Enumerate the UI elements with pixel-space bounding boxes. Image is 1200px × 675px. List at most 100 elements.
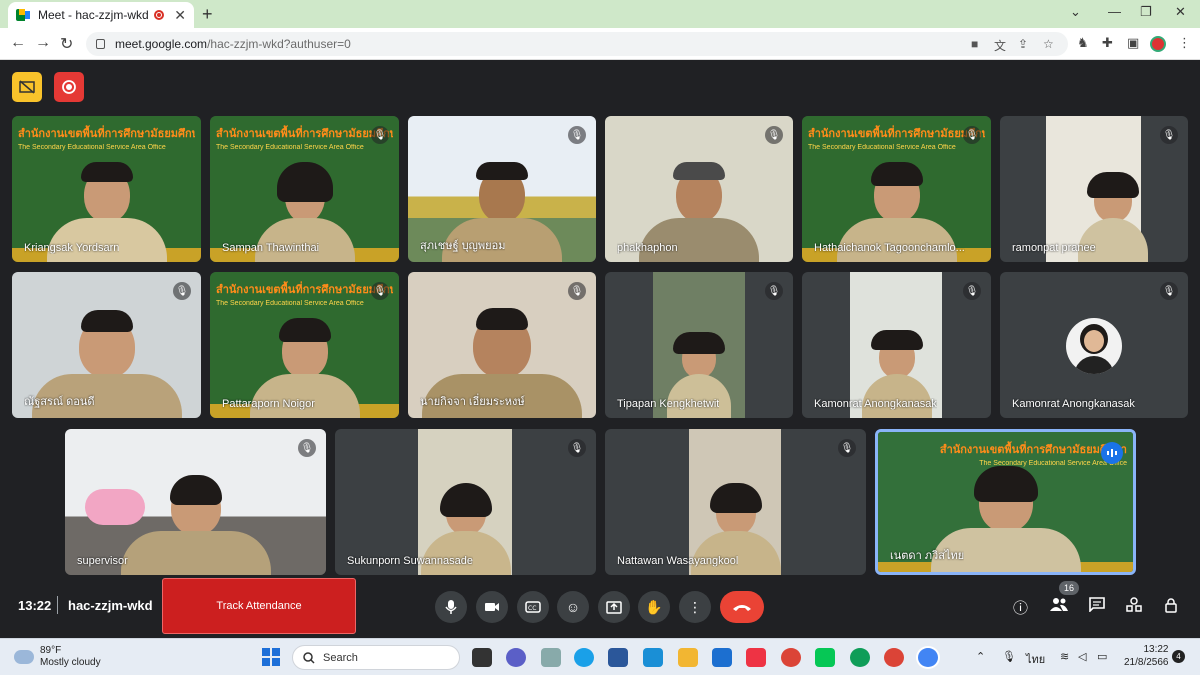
- line-icon[interactable]: [815, 648, 835, 667]
- taskbar-search[interactable]: Search: [292, 645, 460, 670]
- camera-icon[interactable]: [476, 591, 508, 623]
- recording-indicator-icon[interactable]: [54, 72, 84, 102]
- reload-icon[interactable]: ↻: [60, 34, 73, 54]
- emoji-icon[interactable]: ☺: [557, 591, 589, 623]
- chrome-icon[interactable]: [850, 648, 870, 667]
- taskbar-clock[interactable]: 13:22 21/8/2566: [1124, 643, 1169, 669]
- app-icon[interactable]: [541, 648, 561, 667]
- mic-off-icon: 🎙: [371, 126, 389, 144]
- participant-name: Sukunporn Suwannasade: [347, 555, 473, 567]
- task-view-icon[interactable]: [472, 648, 492, 667]
- side-panel-icon[interactable]: ▣: [1127, 35, 1139, 51]
- participant-avatar: [1066, 318, 1122, 374]
- people-icon[interactable]: [1050, 597, 1068, 615]
- puzzle-icon[interactable]: ✚: [1102, 35, 1113, 51]
- tab-search-icon[interactable]: ⌄: [1070, 4, 1081, 20]
- participant-name: Kamonrat Anongkanasak: [1012, 398, 1135, 410]
- participant-tile[interactable]: 🎙 ramonpat pranee: [1000, 116, 1188, 262]
- close-window-icon[interactable]: ✕: [1175, 4, 1186, 20]
- extension-icon[interactable]: ♞: [1077, 35, 1089, 51]
- browser-tab-meet[interactable]: Meet - hac-zzjm-wkd ✕: [8, 2, 194, 28]
- back-icon[interactable]: ←: [10, 34, 26, 52]
- close-tab-icon[interactable]: ✕: [174, 7, 186, 24]
- microphone-icon[interactable]: [435, 591, 467, 623]
- wifi-icon[interactable]: ≋: [1060, 650, 1069, 663]
- participant-name: Tipapan Kengkhetwit: [617, 398, 720, 410]
- weather-widget[interactable]: 89°F Mostly cloudy: [14, 645, 101, 669]
- participant-tile[interactable]: 🎙 Tipapan Kengkhetwit: [605, 272, 793, 418]
- participant-tile[interactable]: 🎙 phakhaphon: [605, 116, 793, 262]
- participant-tile[interactable]: สำนักงานเขตพื้นที่การศึกษามัธยมศึกษา The …: [210, 272, 399, 418]
- word-icon[interactable]: [608, 648, 628, 667]
- participant-name: Sampan Thawinthai: [222, 242, 320, 254]
- restore-icon[interactable]: ❐: [1140, 4, 1152, 20]
- mic-off-icon: 🎙: [298, 439, 316, 457]
- participant-tile[interactable]: 🎙 Sukunporn Suwannasade: [335, 429, 596, 575]
- participant-tile[interactable]: 🎙 ณัฐสรณ์ ดอนดี: [12, 272, 201, 418]
- address-bar[interactable]: meet.google.com/hac-zzjm-wkd?authuser=0 …: [86, 32, 1068, 56]
- chrome-icon[interactable]: [781, 648, 801, 667]
- show-hidden-icons-icon[interactable]: ⌃: [976, 650, 985, 663]
- camera-icon[interactable]: ■: [971, 37, 978, 51]
- participant-tile[interactable]: สำนักงานเขตพื้นที่การศึกษามัธยมศึกษา The …: [210, 116, 399, 262]
- notification-badge[interactable]: 4: [1172, 650, 1185, 663]
- input-language[interactable]: ไทย: [1026, 650, 1045, 668]
- present-screen-icon[interactable]: [598, 591, 630, 623]
- activities-icon[interactable]: [1126, 597, 1142, 616]
- chrome-icon[interactable]: [918, 648, 938, 667]
- participant-tile[interactable]: 🎙 Kamonrat Anongkanasak: [802, 272, 991, 418]
- more-options-icon[interactable]: ⋮: [679, 591, 711, 623]
- windows-taskbar: 89°F Mostly cloudy Search ⌃ 🎙 ไทย ≋ ◁ ▭ …: [0, 638, 1200, 675]
- battery-icon[interactable]: ▭: [1097, 650, 1107, 663]
- forward-icon[interactable]: →: [35, 34, 51, 52]
- participant-tile[interactable]: สำนักงานเขตพื้นที่การศึกษามัธยมศึกษา The …: [12, 116, 201, 262]
- tab-title: Meet - hac-zzjm-wkd: [38, 8, 149, 22]
- mic-off-icon: 🎙: [963, 282, 981, 300]
- address-bar-row: ← → ↻ meet.google.com/hac-zzjm-wkd?authu…: [0, 28, 1200, 60]
- url-host: meet.google.com: [115, 37, 208, 51]
- lock-icon: [96, 39, 105, 49]
- teams-chat-icon[interactable]: [506, 648, 526, 667]
- svg-text:CC: CC: [528, 605, 536, 612]
- track-attendance-button[interactable]: Track Attendance: [162, 578, 356, 634]
- host-controls-icon[interactable]: [1164, 597, 1180, 617]
- participant-tile[interactable]: 🎙 supervisor: [65, 429, 326, 575]
- profile-avatar-icon[interactable]: [1150, 36, 1166, 52]
- participant-tile-active-speaker[interactable]: สำนักงานเขตพื้นที่การศึกษามัธยมศึกษา The …: [875, 429, 1136, 575]
- file-explorer-icon[interactable]: [678, 648, 698, 667]
- chat-icon[interactable]: [1089, 597, 1105, 616]
- microphone-tray-icon[interactable]: 🎙: [1002, 650, 1016, 663]
- browser-tab-strip: Meet - hac-zzjm-wkd ✕ + ⌄ — ❐ ✕: [0, 0, 1200, 28]
- leave-call-button[interactable]: [720, 591, 764, 623]
- chrome-icon[interactable]: [884, 648, 904, 667]
- participant-tile[interactable]: 🎙 สุภเชษฐ์ บุญพยอม: [408, 116, 596, 262]
- new-tab-button[interactable]: +: [202, 4, 213, 25]
- menu-icon[interactable]: ⋮: [1178, 35, 1191, 51]
- participant-name: ramonpat pranee: [1012, 242, 1096, 254]
- minimize-icon[interactable]: —: [1108, 4, 1121, 19]
- participant-name: Nattawan Wasayangkool: [617, 555, 739, 567]
- captions-off-icon[interactable]: [12, 72, 42, 102]
- share-icon[interactable]: ⇪: [1018, 37, 1028, 51]
- mic-off-icon: 🎙: [963, 126, 981, 144]
- app-l-icon[interactable]: [643, 648, 663, 667]
- captions-icon[interactable]: CC: [517, 591, 549, 623]
- participant-name: supervisor: [77, 555, 128, 567]
- mail-icon[interactable]: [712, 648, 732, 667]
- taskbar-time: 13:22: [1143, 644, 1169, 655]
- raise-hand-icon[interactable]: ✋: [638, 591, 670, 623]
- speaking-indicator-icon: [1101, 442, 1123, 464]
- edge-icon[interactable]: [574, 648, 594, 667]
- participant-name: Hathaichanok Tagoonchamlo...: [814, 242, 965, 254]
- participant-tile[interactable]: 🎙 Kamonrat Anongkanasak: [1000, 272, 1188, 418]
- bookmark-star-icon[interactable]: ☆: [1043, 37, 1054, 51]
- taskbar-date: 21/8/2566: [1124, 657, 1169, 668]
- snipping-tool-icon[interactable]: [746, 648, 766, 667]
- translate-icon[interactable]: 文: [994, 37, 1006, 54]
- participant-tile[interactable]: สำนักงานเขตพื้นที่การศึกษามัธยมศึกษา The …: [802, 116, 991, 262]
- participant-tile[interactable]: 🎙 นายกิจจา เอี่ยมระหงษ์: [408, 272, 596, 418]
- meeting-info-icon[interactable]: ⓘ: [1013, 597, 1028, 618]
- participant-tile[interactable]: 🎙 Nattawan Wasayangkool: [605, 429, 866, 575]
- windows-start-icon[interactable]: [262, 648, 280, 666]
- volume-icon[interactable]: ◁: [1078, 650, 1086, 663]
